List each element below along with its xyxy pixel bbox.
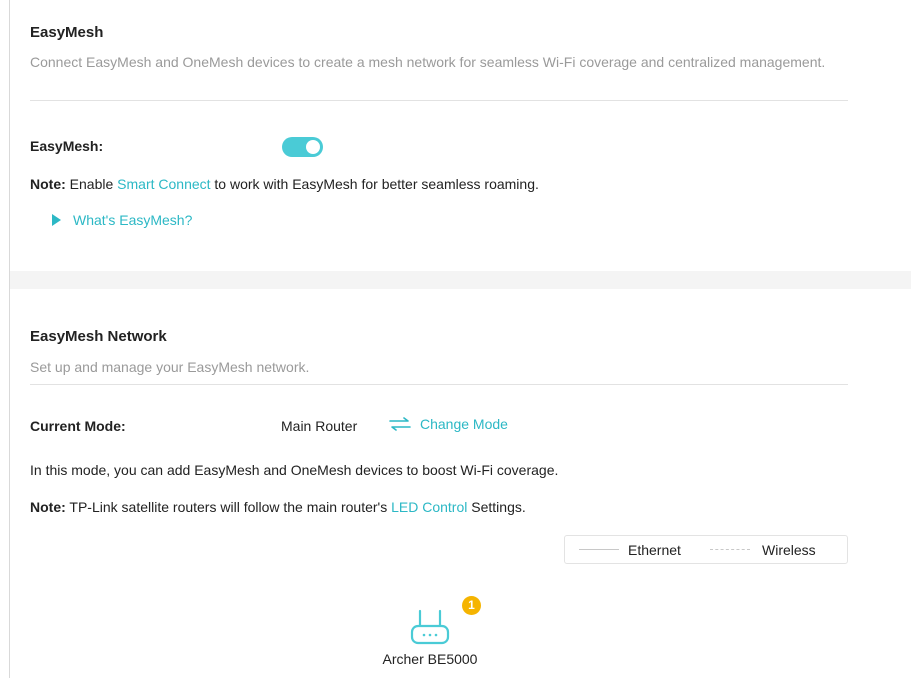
toggle-knob xyxy=(306,140,320,154)
ethernet-line-sample xyxy=(579,549,619,550)
change-mode-label: Change Mode xyxy=(420,416,508,432)
legend-ethernet: Ethernet xyxy=(628,542,681,558)
change-mode-link[interactable]: Change Mode xyxy=(388,416,508,432)
router-icon xyxy=(410,609,450,645)
easymesh-toggle[interactable] xyxy=(282,137,323,157)
led-note-before: TP-Link satellite routers will follow th… xyxy=(65,499,392,515)
current-mode-value: Main Router xyxy=(281,418,358,434)
legend-wireless: Wireless xyxy=(762,542,816,558)
easymesh-card xyxy=(10,0,911,271)
easymesh-divider xyxy=(30,100,848,101)
device-count-badge: 1 xyxy=(462,596,481,615)
smart-connect-link[interactable]: Smart Connect xyxy=(117,176,210,192)
led-note: Note: TP-Link satellite routers will fol… xyxy=(30,499,526,515)
network-description: Set up and manage your EasyMesh network. xyxy=(30,359,310,375)
device-name: Archer BE5000 xyxy=(382,651,478,667)
wireless-line-sample xyxy=(710,549,750,550)
connection-legend: Ethernet Wireless xyxy=(564,535,848,564)
whats-easymesh-expander[interactable]: What's EasyMesh? xyxy=(52,212,192,228)
section-gap xyxy=(10,271,911,289)
easymesh-toggle-label: EasyMesh: xyxy=(30,138,104,154)
mesh-device-main-router[interactable]: 1 Archer BE5000 xyxy=(370,592,490,678)
current-mode-label: Current Mode: xyxy=(30,418,126,434)
easymesh-description: Connect EasyMesh and OneMesh devices to … xyxy=(30,54,826,70)
led-control-link[interactable]: LED Control xyxy=(391,499,467,515)
network-divider xyxy=(30,384,848,385)
network-title: EasyMesh Network xyxy=(30,328,167,345)
swap-arrows-icon xyxy=(389,417,411,431)
easymesh-title: EasyMesh xyxy=(30,24,104,41)
whats-easymesh-label: What's EasyMesh? xyxy=(73,212,193,228)
mode-info-text: In this mode, you can add EasyMesh and O… xyxy=(30,462,559,478)
led-note-after: Settings. xyxy=(467,499,526,515)
note-text-after: to work with EasyMesh for better seamles… xyxy=(210,176,539,192)
easymesh-settings-page: EasyMesh Connect EasyMesh and OneMesh de… xyxy=(0,0,911,678)
note-text-before: Enable xyxy=(65,176,118,192)
note-prefix: Note: xyxy=(30,176,66,192)
easymesh-note: Note: Enable Smart Connect to work with … xyxy=(30,176,539,192)
led-note-prefix: Note: xyxy=(30,499,66,515)
expand-triangle-icon xyxy=(52,214,61,226)
